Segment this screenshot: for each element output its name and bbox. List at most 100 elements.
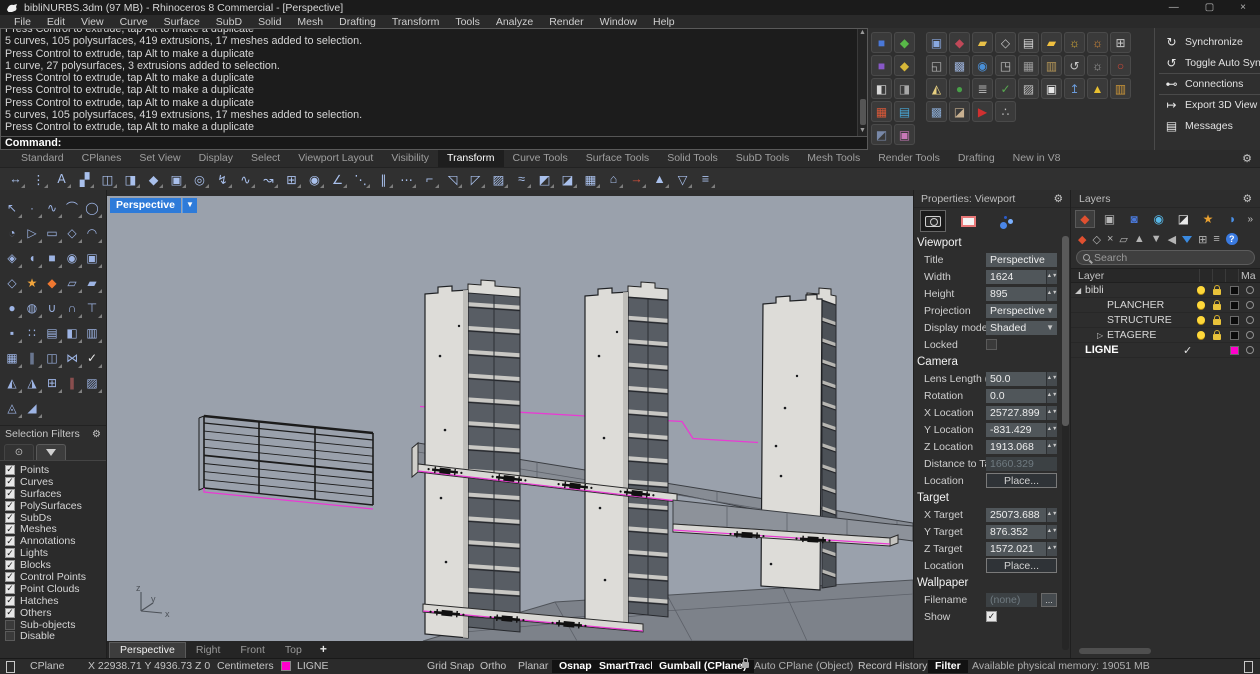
toolbar-tab[interactable]: Visibility bbox=[382, 150, 438, 167]
overflow-chevrons-icon[interactable]: » bbox=[1247, 214, 1256, 225]
panel-action-button[interactable]: ↻ Synchronize bbox=[1159, 31, 1260, 52]
sidebar-tool-icon[interactable]: ✓ bbox=[83, 346, 102, 370]
sidebar-tool-icon[interactable]: ◠ bbox=[83, 221, 102, 245]
spinner[interactable]: ▲▼ bbox=[1046, 372, 1057, 386]
sidebar-tool-icon[interactable]: ∷ bbox=[23, 321, 42, 345]
viewport-label[interactable]: Perspective bbox=[110, 198, 181, 213]
filter-checkbox-row[interactable]: Lights bbox=[5, 547, 106, 559]
dock-icon[interactable]: ▩ bbox=[949, 55, 970, 76]
move-up-icon[interactable]: ▲ bbox=[1134, 233, 1145, 245]
sidebar-tool-icon[interactable]: ◆ bbox=[43, 271, 62, 295]
dock-icon[interactable]: ◩ bbox=[871, 124, 892, 145]
transform-tool-icon[interactable]: ≡ bbox=[695, 170, 716, 189]
transform-tool-icon[interactable]: ⋱ bbox=[350, 170, 371, 189]
dock-icon[interactable]: ▦ bbox=[871, 101, 892, 122]
close-button[interactable]: × bbox=[1240, 0, 1246, 15]
sidebar-tool-icon[interactable]: ◧ bbox=[63, 321, 82, 345]
layer-lock-icon[interactable] bbox=[1213, 334, 1221, 340]
spinner[interactable]: ▲▼ bbox=[1046, 287, 1057, 301]
filter-checkbox-row[interactable]: Points bbox=[5, 464, 106, 476]
filter-checkbox-row[interactable]: Blocks bbox=[5, 559, 106, 571]
layer-name[interactable]: ETAGERE bbox=[1107, 329, 1197, 341]
transform-tool-icon[interactable]: → bbox=[626, 170, 647, 189]
filter-checkbox-row[interactable]: Control Points bbox=[5, 571, 106, 583]
dock-icon[interactable]: ▶ bbox=[972, 101, 993, 122]
dock-icon[interactable]: ● bbox=[949, 78, 970, 99]
sidebar-tool-icon[interactable]: ◭ bbox=[3, 371, 22, 395]
checkbox-icon[interactable] bbox=[5, 572, 15, 582]
column-layer[interactable]: Layer bbox=[1078, 270, 1199, 282]
dock-icon[interactable]: ↥ bbox=[1064, 78, 1085, 99]
layer-search-input[interactable] bbox=[1094, 252, 1248, 264]
layers-horizontal-scrollbar[interactable] bbox=[1079, 648, 1151, 654]
layer-material-icon[interactable] bbox=[1246, 301, 1254, 309]
filter-checkbox-row[interactable]: PolySurfaces bbox=[5, 500, 106, 512]
column-material[interactable]: Ma bbox=[1238, 269, 1260, 282]
scrollbar-thumb[interactable] bbox=[860, 99, 866, 125]
sidebar-tool-icon[interactable]: ★ bbox=[23, 271, 42, 295]
dock-icon[interactable]: ☼ bbox=[1064, 32, 1085, 53]
tab-display[interactable]: ▣ bbox=[1100, 210, 1120, 228]
dock-icon[interactable]: ◆ bbox=[894, 55, 915, 76]
dock-icon[interactable]: ◳ bbox=[995, 55, 1016, 76]
dock-icon[interactable]: ○ bbox=[1110, 55, 1131, 76]
dock-icon[interactable]: ▣ bbox=[894, 124, 915, 145]
layer-search-box[interactable] bbox=[1076, 250, 1255, 265]
checkbox-icon[interactable] bbox=[5, 489, 15, 499]
layer-name[interactable]: PLANCHER bbox=[1107, 299, 1197, 311]
layer-color-swatch[interactable] bbox=[1230, 286, 1239, 295]
tab-color[interactable]: ◉ bbox=[1149, 210, 1169, 228]
collapse-icon[interactable]: ◀ bbox=[1168, 233, 1176, 246]
layer-name[interactable]: LIGNE bbox=[1085, 344, 1183, 356]
sidebar-tool-icon[interactable]: ◯ bbox=[83, 196, 102, 220]
projection-dropdown[interactable]: Perspective▼ bbox=[986, 304, 1057, 318]
new-layer-icon[interactable]: ◆ bbox=[1078, 233, 1086, 246]
dock-icon[interactable]: ▲ bbox=[1087, 78, 1108, 99]
dock-icon[interactable]: ◭ bbox=[926, 78, 947, 99]
sidebar-tool-icon[interactable]: ▱ bbox=[63, 271, 82, 295]
transform-tool-icon[interactable]: ◆ bbox=[143, 170, 164, 189]
menu-item[interactable]: Edit bbox=[39, 16, 73, 28]
filter-checkbox-row[interactable]: Curves bbox=[5, 476, 106, 488]
active-layer-swatch[interactable] bbox=[281, 661, 291, 671]
filter-layers-icon[interactable] bbox=[1182, 236, 1192, 243]
layer-visibility-bulb-icon[interactable] bbox=[1197, 316, 1205, 324]
viewport-label-dropdown[interactable]: Perspective ▼ bbox=[110, 198, 197, 213]
new-sublayer-icon[interactable]: ◇ bbox=[1092, 233, 1100, 246]
checkbox-icon[interactable] bbox=[5, 620, 15, 630]
transform-tool-icon[interactable]: ◪ bbox=[557, 170, 578, 189]
filter-checkbox-row[interactable]: Others bbox=[5, 607, 106, 619]
tab-display-options[interactable] bbox=[990, 210, 1016, 232]
dock-icon[interactable]: ■ bbox=[871, 55, 892, 76]
camera-y-field[interactable]: -831.429▲▼ bbox=[986, 423, 1057, 437]
dock-icon[interactable]: ☼ bbox=[1087, 32, 1108, 53]
target-place-button[interactable]: Place... bbox=[986, 558, 1057, 573]
menu-item[interactable]: Tools bbox=[447, 16, 488, 28]
dock-icon[interactable]: ◱ bbox=[926, 55, 947, 76]
sidebar-tool-icon[interactable]: ■ bbox=[43, 246, 62, 270]
dock-icon[interactable]: ◉ bbox=[972, 55, 993, 76]
rotation-field[interactable]: 0.0▲▼ bbox=[986, 389, 1057, 403]
menu-item[interactable]: Analyze bbox=[488, 16, 541, 28]
status-panel-icon[interactable] bbox=[6, 661, 15, 673]
toggle-gumball[interactable]: Gumball (CPlane) bbox=[652, 660, 754, 673]
sidebar-tool-icon[interactable]: ◢ bbox=[23, 396, 42, 420]
layer-material-icon[interactable] bbox=[1246, 286, 1254, 294]
checkbox-icon[interactable] bbox=[5, 524, 15, 534]
viewport-3d-scene[interactable]: z y x bbox=[107, 196, 913, 641]
gear-icon[interactable]: ⚙ bbox=[1243, 193, 1252, 205]
locked-checkbox[interactable] bbox=[986, 339, 997, 350]
filter-checkbox-row[interactable]: Surfaces bbox=[5, 488, 106, 500]
transform-tool-icon[interactable]: ◹ bbox=[442, 170, 463, 189]
transform-tool-icon[interactable]: ◩ bbox=[534, 170, 555, 189]
transform-tool-icon[interactable]: ≈ bbox=[511, 170, 532, 189]
panel-action-button[interactable]: ↺ Toggle Auto Sync bbox=[1159, 52, 1260, 73]
sidebar-tool-icon[interactable]: ◫ bbox=[43, 346, 62, 370]
sidebar-tool-icon[interactable]: ∥ bbox=[63, 371, 82, 395]
toggle-auto-cplane[interactable]: Auto CPlane (Object) bbox=[754, 660, 853, 673]
sidebar-tool-icon[interactable]: ◉ bbox=[63, 246, 82, 270]
dock-icon[interactable]: ▥ bbox=[1110, 78, 1131, 99]
duplicate-layer-icon[interactable]: ▱ bbox=[1119, 233, 1127, 246]
layer-expand-icon[interactable] bbox=[1075, 286, 1085, 295]
toggle-record-history[interactable]: Record History bbox=[858, 660, 927, 673]
